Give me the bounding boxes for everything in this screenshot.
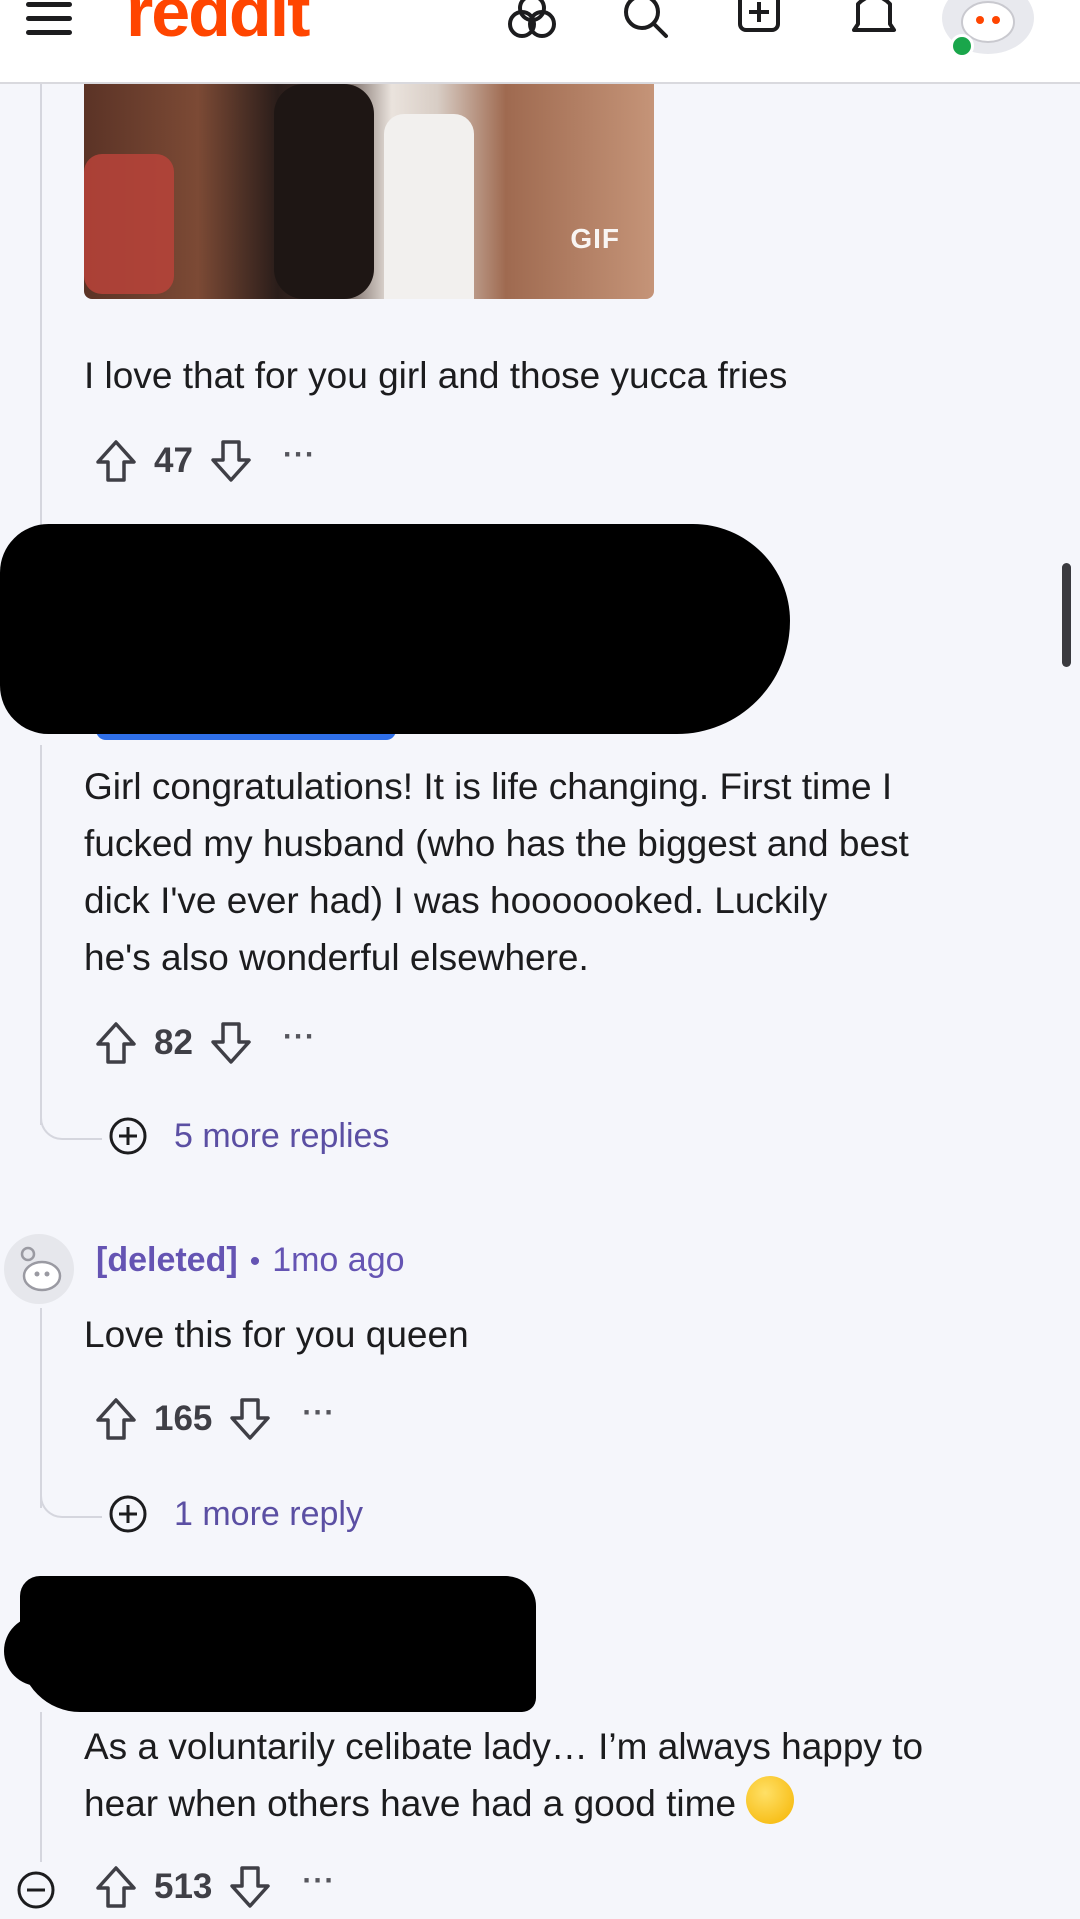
top-app-bar: reddit (0, 0, 1080, 84)
redaction-mark (20, 1576, 536, 1712)
vote-count: 165 (154, 1399, 213, 1438)
comment-body: I love that for you girl and those yucca… (84, 355, 788, 396)
upvote-icon[interactable] (94, 1396, 138, 1442)
upvote-icon[interactable] (94, 1864, 138, 1910)
comment-body: Girl congratulations! It is life changin… (84, 758, 909, 986)
more-replies-button[interactable]: 5 more replies (108, 1114, 389, 1158)
thread-corner (40, 1112, 102, 1140)
collapse-thread-icon[interactable] (16, 1870, 56, 1910)
downvote-icon[interactable] (209, 438, 253, 484)
separator-dot: • (249, 1245, 261, 1278)
rolling-laughing-emoji-icon (746, 1776, 795, 1824)
thread-line (40, 745, 42, 1125)
thread-line (40, 82, 42, 522)
downvote-icon[interactable] (228, 1864, 272, 1910)
comment-line: he's also wonderful elsewhere. (84, 937, 589, 978)
downvote-icon[interactable] (228, 1396, 272, 1442)
username[interactable]: [deleted] (96, 1241, 238, 1280)
thread-line (40, 1308, 42, 1508)
gif-badge: GIF (570, 223, 620, 254)
vote-count: 82 (154, 1023, 193, 1062)
reddit-logo[interactable]: reddit (126, 0, 310, 52)
comment-line: Girl congratulations! It is life changin… (84, 766, 893, 807)
expand-plus-icon (109, 1495, 147, 1533)
comment-line: dick I've ever had) I was hooooooked. Lu… (84, 880, 828, 921)
vote-bar: 513 ··· (94, 1862, 335, 1912)
more-replies-label: 5 more replies (174, 1116, 390, 1155)
vote-count: 47 (154, 441, 193, 480)
more-replies-button[interactable]: 1 more reply (108, 1492, 363, 1536)
upvote-icon[interactable] (94, 1020, 138, 1066)
create-post-icon[interactable] (732, 0, 788, 44)
vote-bar: 82 ··· (94, 1018, 316, 1068)
more-options-icon[interactable]: ··· (283, 438, 316, 472)
comment-line: hear when others have had a good time (84, 1775, 923, 1832)
comment-line: fucked my husband (who has the biggest a… (84, 823, 909, 864)
comment-body: As a voluntarily celibate lady… I’m alwa… (84, 1718, 923, 1832)
menu-icon[interactable] (26, 2, 74, 38)
timestamp: 1mo ago (272, 1241, 405, 1279)
downvote-icon[interactable] (209, 1020, 253, 1066)
avatar[interactable] (4, 1234, 74, 1304)
vote-bar: 47 ··· (94, 436, 316, 486)
more-options-icon[interactable]: ··· (302, 1864, 335, 1898)
communities-icon[interactable] (504, 0, 560, 44)
notifications-icon[interactable] (846, 0, 902, 44)
online-status-dot (950, 34, 974, 58)
scrollbar[interactable] (1062, 563, 1071, 667)
vote-count: 513 (154, 1867, 213, 1906)
upvote-icon[interactable] (94, 438, 138, 484)
reddit-comments-page: reddit GIF I love that for you girl and … (0, 0, 1080, 1919)
search-icon[interactable] (618, 0, 674, 44)
thread-corner (40, 1490, 102, 1518)
redaction-mark (100, 528, 520, 588)
comment-line: As a voluntarily celibate lady… I’m alwa… (84, 1726, 924, 1767)
comment-header: [deleted] • 1mo ago (96, 1241, 405, 1280)
more-replies-label: 1 more reply (174, 1494, 363, 1533)
expand-plus-icon (109, 1117, 147, 1155)
vote-bar: 165 ··· (94, 1394, 335, 1444)
more-options-icon[interactable]: ··· (302, 1396, 335, 1430)
comment-body: Love this for you queen (84, 1314, 469, 1355)
gif-image[interactable]: GIF (84, 84, 654, 299)
thread-line (40, 1712, 42, 1862)
more-options-icon[interactable]: ··· (283, 1020, 316, 1054)
